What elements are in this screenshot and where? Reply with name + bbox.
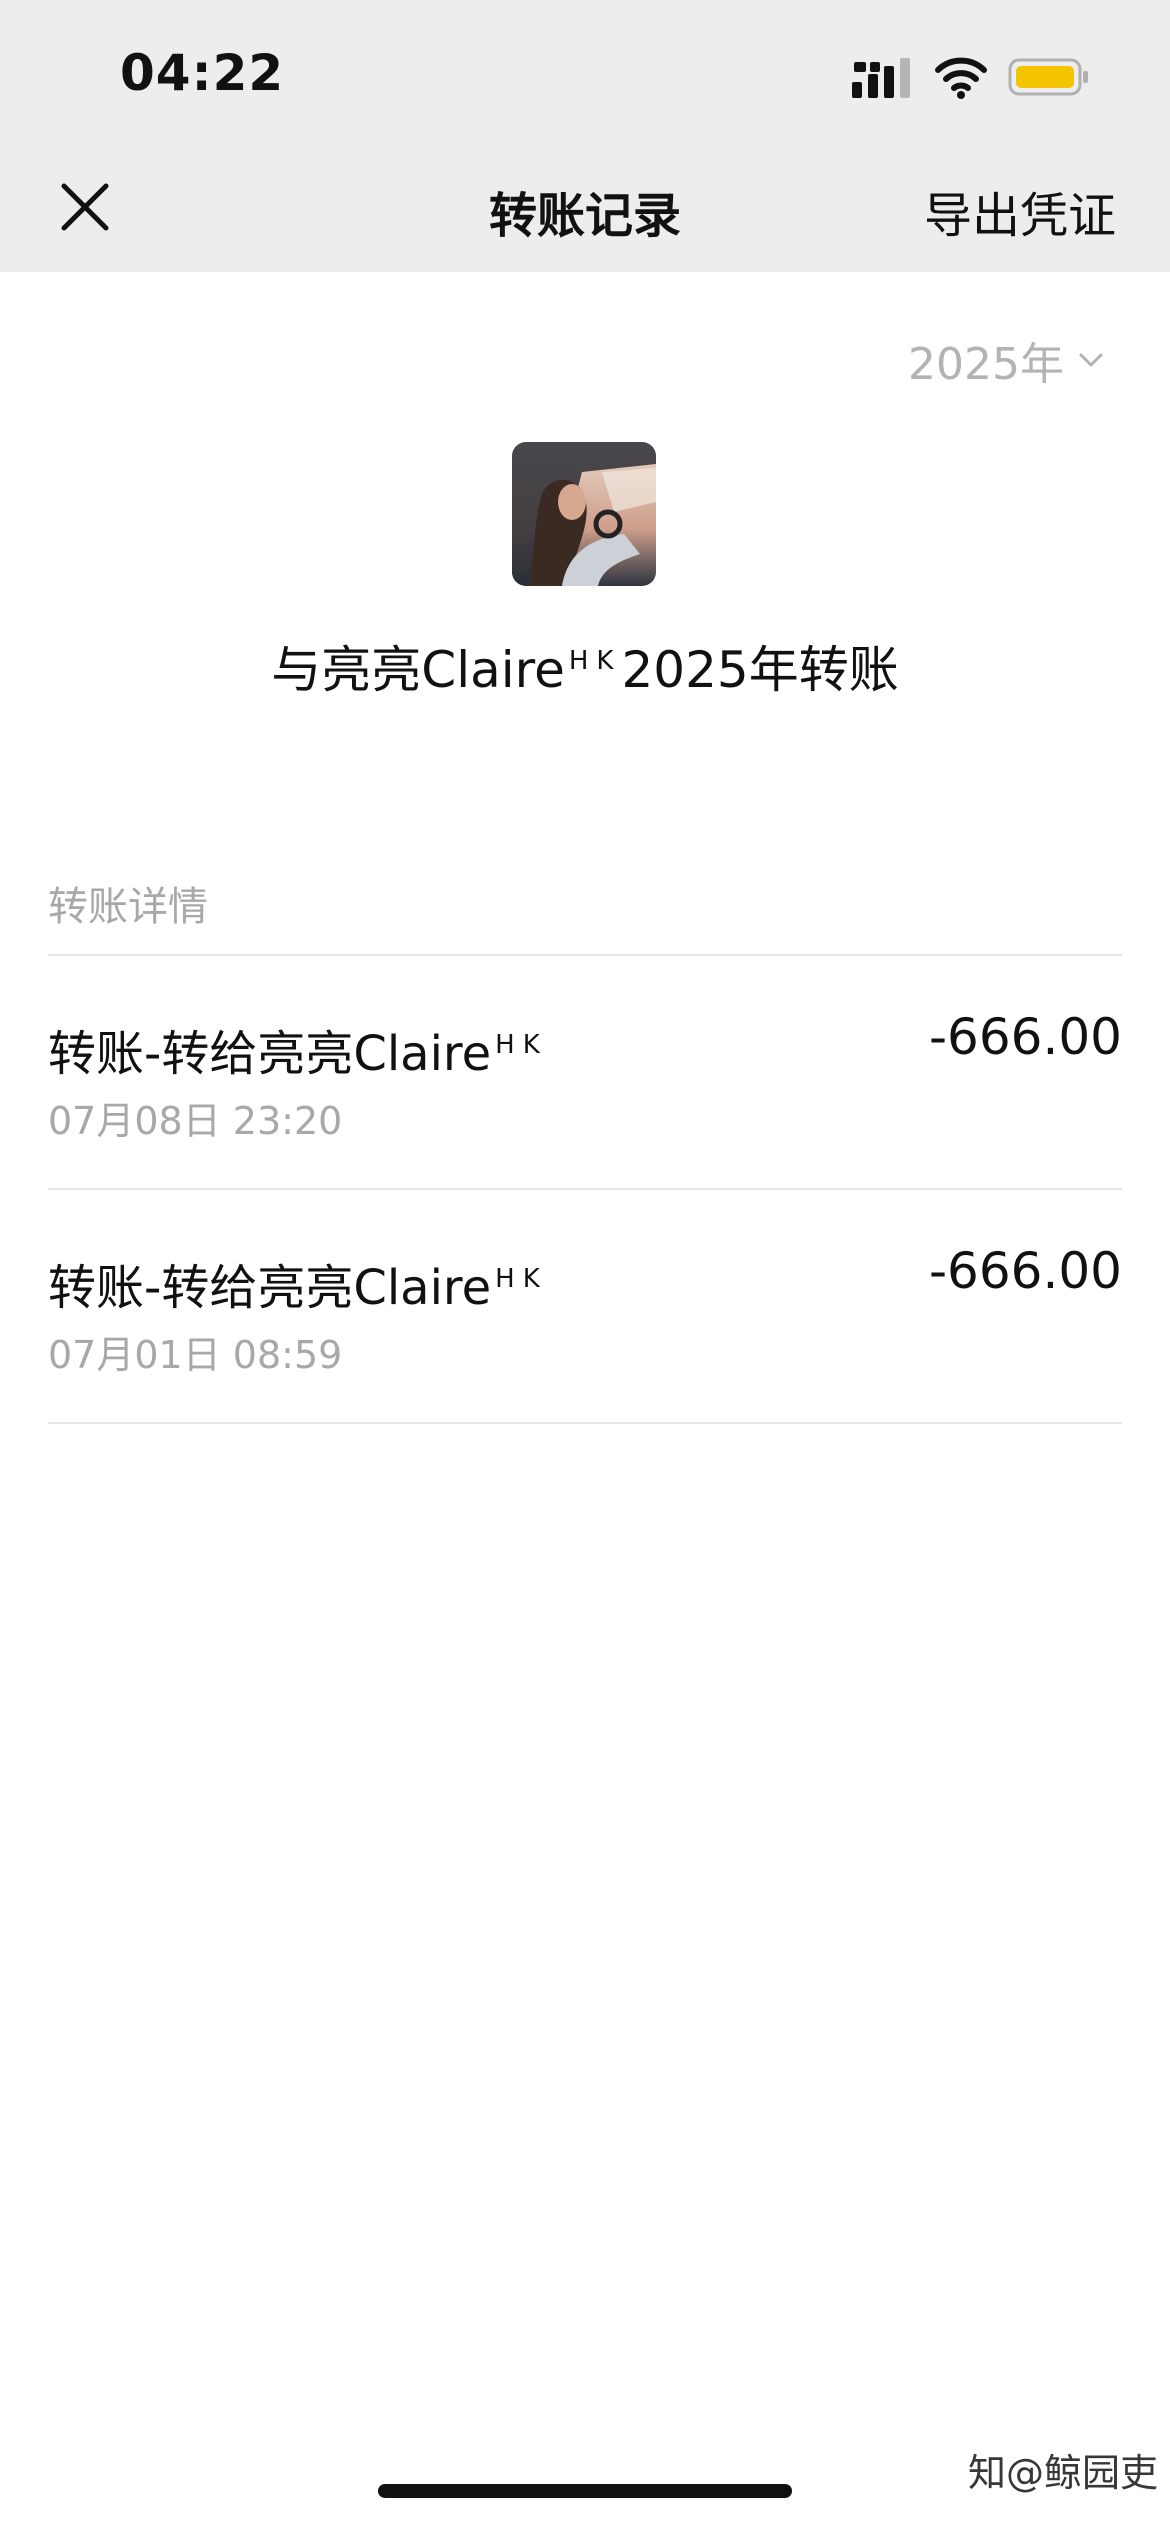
transaction-title-sup: HK — [495, 1030, 548, 1060]
section-label: 转账详情 — [48, 884, 208, 930]
wifi-icon — [935, 57, 987, 99]
transaction-time: 07月01日 08:59 — [48, 1333, 343, 1377]
status-time: 04:22 — [120, 44, 285, 102]
summary-title-prefix: 与亮亮Claire — [271, 641, 565, 699]
summary-title-sup: HK — [568, 646, 622, 677]
transaction-time: 07月08日 23:20 — [48, 1099, 343, 1143]
watermark: 知@鲸园吏 — [967, 2451, 1158, 2495]
transaction-title: 转账-转给亮亮Claire HK — [48, 1014, 548, 1084]
transaction-title-sup: HK — [495, 1264, 548, 1294]
top-bar: 04:22 转账记录 导出凭证 — [0, 0, 1170, 272]
transaction-title: 转账-转给亮亮Claire HK — [48, 1248, 548, 1318]
transaction-amount: -666.00 — [929, 1008, 1122, 1066]
year-label: 2025年 — [908, 339, 1064, 390]
summary-title: 与亮亮Claire HK2025年转账 — [0, 630, 1170, 702]
transaction-amount: -666.00 — [929, 1242, 1122, 1300]
export-voucher-button[interactable]: 导出凭证 — [924, 176, 1116, 246]
divider — [48, 1422, 1122, 1424]
year-filter[interactable]: 2025年 — [908, 328, 1104, 392]
transaction-title-text: 转账-转给亮亮Claire — [48, 1260, 492, 1316]
transaction-title-text: 转账-转给亮亮Claire — [48, 1026, 492, 1082]
cellular-signal-icon — [852, 58, 910, 98]
home-indicator[interactable] — [378, 2484, 792, 2498]
transaction-row[interactable]: 转账-转给亮亮Claire HK 07月08日 23:20 -666.00 — [48, 956, 1122, 1188]
battery-icon — [1008, 58, 1088, 96]
avatar — [512, 442, 656, 586]
summary-title-suffix: 2025年转账 — [621, 641, 899, 699]
chevron-down-icon — [1079, 353, 1103, 367]
transaction-row[interactable]: 转账-转给亮亮Claire HK 07月01日 08:59 -666.00 — [48, 1190, 1122, 1422]
